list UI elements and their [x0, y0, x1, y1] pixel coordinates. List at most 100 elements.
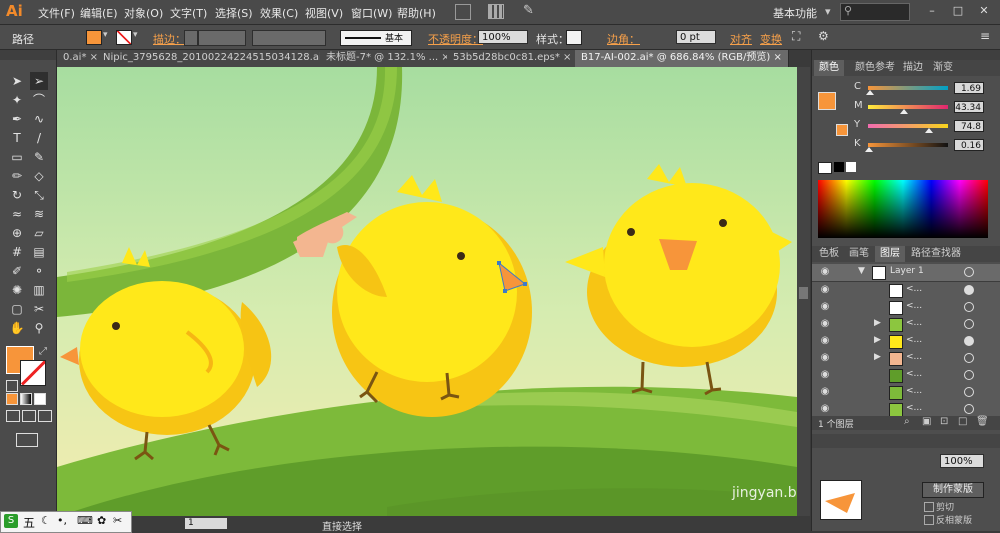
- opacity-field[interactable]: 100%: [478, 30, 528, 44]
- menu-edit[interactable]: 编辑(E): [80, 5, 118, 21]
- channel-value-c[interactable]: 1.69: [954, 82, 984, 94]
- tab-layers[interactable]: 图层: [875, 246, 905, 262]
- screen-mode-icon[interactable]: [16, 433, 38, 447]
- layer-name[interactable]: Layer 1: [890, 266, 924, 276]
- color-panel-warning-swatch[interactable]: [836, 124, 848, 136]
- channel-slider-thumb[interactable]: [866, 90, 875, 95]
- layer-row-layer1[interactable]: ◉ ▼ Layer 1: [812, 264, 1000, 282]
- brush-definition-dropdown[interactable]: 基本: [340, 30, 412, 46]
- gpu-performance-icon[interactable]: ✎: [523, 3, 534, 18]
- channel-value-m[interactable]: 43.34: [954, 101, 984, 113]
- eyedropper-tool-icon[interactable]: ✐: [8, 262, 26, 280]
- menu-file[interactable]: 文件(F): [38, 5, 75, 21]
- pen-tool-icon[interactable]: ✒: [8, 110, 26, 128]
- magic-wand-tool-icon[interactable]: ✦: [8, 91, 26, 109]
- stroke-color-box[interactable]: [20, 360, 46, 386]
- layer-row[interactable]: ◉ ▶ <...: [812, 333, 1000, 351]
- new-sublayer-icon[interactable]: ⊡: [940, 416, 948, 427]
- transform-link[interactable]: 变换: [760, 31, 782, 47]
- slice-tool-icon[interactable]: ✂: [30, 300, 48, 318]
- type-tool-icon[interactable]: T: [8, 129, 26, 147]
- perspective-tool-icon[interactable]: ▱: [30, 224, 48, 242]
- tab-pathfinder[interactable]: 路径查找器: [906, 246, 966, 262]
- visibility-eye-icon[interactable]: ◉: [819, 284, 831, 296]
- tab-color[interactable]: 颜色: [814, 60, 844, 76]
- arrange-documents-icon[interactable]: [488, 4, 504, 19]
- layer-name[interactable]: <...: [906, 335, 922, 345]
- channel-slider-thumb[interactable]: [899, 109, 908, 114]
- mesh-tool-icon[interactable]: #: [8, 243, 26, 261]
- layer-name[interactable]: <...: [906, 318, 922, 328]
- layer-target-icon[interactable]: [964, 353, 974, 363]
- color-spectrum[interactable]: [818, 180, 988, 238]
- locate-object-icon[interactable]: ⌕: [904, 416, 910, 427]
- artboard-tool-icon[interactable]: ▢: [8, 300, 26, 318]
- maximize-button[interactable]: □: [950, 4, 966, 18]
- visibility-eye-icon[interactable]: ◉: [819, 352, 831, 364]
- tab-document-b17[interactable]: B17-AI-002.ai* @ 686.84% (RGB/预览) ×: [575, 50, 789, 67]
- paintbrush-tool-icon[interactable]: ✎: [30, 148, 48, 166]
- expand-triangle-icon[interactable]: ▶: [874, 335, 881, 345]
- graph-tool-icon[interactable]: ▥: [30, 281, 48, 299]
- draw-behind-icon[interactable]: [22, 410, 36, 422]
- opacity-label[interactable]: 不透明度：: [428, 31, 483, 47]
- menu-select[interactable]: 选择(S): [215, 5, 253, 21]
- variable-width-dropdown[interactable]: [252, 30, 326, 46]
- layer-name[interactable]: <...: [906, 284, 922, 294]
- channel-slider-thumb[interactable]: [865, 147, 874, 152]
- ime-mode-label[interactable]: 五: [23, 514, 35, 531]
- chevron-down-icon[interactable]: ▾: [133, 30, 138, 40]
- width-tool-icon[interactable]: ≈: [8, 205, 26, 223]
- tab-gradient[interactable]: 渐变: [928, 60, 958, 76]
- layer-target-icon[interactable]: [964, 285, 974, 295]
- gradient-tool-icon[interactable]: ▤: [30, 243, 48, 261]
- layer-target-icon[interactable]: [964, 370, 974, 380]
- none-mode-icon[interactable]: [34, 393, 46, 405]
- visibility-eye-icon[interactable]: ◉: [819, 318, 831, 330]
- visibility-eye-icon[interactable]: ◉: [819, 266, 831, 278]
- panel-dock-header[interactable]: [812, 50, 1000, 60]
- stroke-label[interactable]: 描边：: [153, 31, 186, 47]
- bridge-icon[interactable]: [455, 4, 471, 20]
- layer-name[interactable]: <...: [906, 369, 922, 379]
- layer-target-icon[interactable]: [964, 267, 974, 277]
- ime-logo-icon[interactable]: S: [4, 514, 18, 528]
- menu-object[interactable]: 对象(O): [124, 5, 163, 21]
- artboard-number-field[interactable]: 1: [185, 518, 227, 529]
- zoom-tool-icon[interactable]: ⚲: [30, 319, 48, 337]
- layer-row[interactable]: ◉ <...: [812, 367, 1000, 385]
- moon-icon[interactable]: ☾: [41, 514, 51, 527]
- layer-name[interactable]: <...: [906, 352, 922, 362]
- layer-target-icon[interactable]: [964, 336, 974, 346]
- new-layer-icon[interactable]: □: [958, 416, 967, 427]
- select-similar-icon[interactable]: ⚙: [818, 29, 829, 43]
- corner-label[interactable]: 边角：: [607, 31, 640, 47]
- isolate-object-icon[interactable]: ⛶: [792, 29, 800, 44]
- align-link[interactable]: 对齐: [730, 31, 752, 47]
- expand-triangle-icon[interactable]: ▶: [874, 352, 881, 362]
- visibility-eye-icon[interactable]: ◉: [819, 301, 831, 313]
- tab-document-untitled-7[interactable]: 未标题-7* @ 132.1% ... ×: [320, 50, 457, 67]
- channel-slider-y[interactable]: [868, 124, 948, 128]
- layer-name[interactable]: <...: [906, 403, 922, 413]
- blend-tool-icon[interactable]: ⚬: [30, 262, 48, 280]
- expand-triangle-icon[interactable]: ▼: [858, 266, 865, 276]
- warp-tool-icon[interactable]: ≋: [30, 205, 48, 223]
- menu-type[interactable]: 文字(T): [170, 5, 207, 21]
- channel-slider-c[interactable]: [868, 86, 948, 90]
- color-panel-fill[interactable]: [818, 92, 836, 110]
- layer-target-icon[interactable]: [964, 387, 974, 397]
- vertical-scrollbar[interactable]: [797, 67, 810, 517]
- expand-triangle-icon[interactable]: ▶: [874, 318, 881, 328]
- layer-row[interactable]: ◉ <...: [812, 384, 1000, 402]
- toolbar-grip[interactable]: [0, 50, 56, 60]
- stroke-weight-dropdown[interactable]: [198, 30, 246, 46]
- visibility-eye-icon[interactable]: ◉: [819, 369, 831, 381]
- scrollbar-thumb[interactable]: [799, 287, 808, 299]
- visibility-eye-icon[interactable]: ◉: [819, 335, 831, 347]
- delete-layer-icon[interactable]: 🗑: [976, 416, 989, 427]
- layer-target-icon[interactable]: [964, 302, 974, 312]
- layer-row[interactable]: ◉ ▶ <...: [812, 350, 1000, 368]
- menu-view[interactable]: 视图(V): [305, 5, 343, 21]
- layer-name[interactable]: <...: [906, 301, 922, 311]
